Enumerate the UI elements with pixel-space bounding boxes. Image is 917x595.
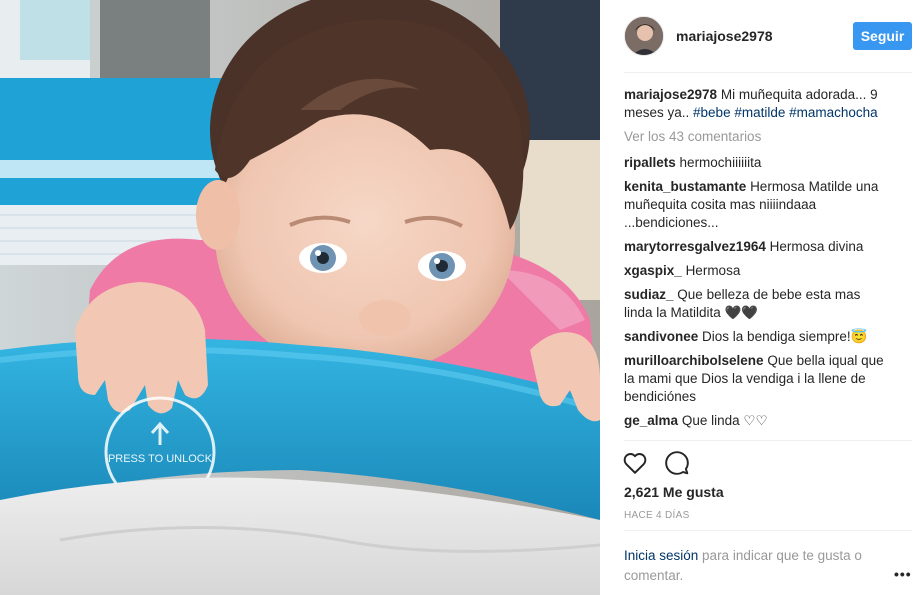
comment-username[interactable]: ge_alma [624,413,678,428]
post-actions [622,450,706,476]
heart-icon[interactable] [622,450,648,476]
comment: sudiaz_ Que belleza de bebe esta mas lin… [624,286,889,322]
more-options-icon[interactable]: ••• [894,566,912,582]
likes-count[interactable]: 2,621 Me gusta [624,484,724,500]
comment-text: Hermosa [685,263,741,278]
hashtag[interactable]: #matilde [734,105,785,120]
post-header: mariajose2978 Seguir [624,14,912,58]
comment: xgaspix_ Hermosa [624,262,889,280]
comment-username[interactable]: murilloarchibolselene [624,353,764,368]
crib-unlock-label: PRESS TO UNLOCK [108,453,213,465]
comment: marytorresgalvez1964 Hermosa divina [624,238,889,256]
post-photo[interactable]: PRESS TO UNLOCK [0,0,600,595]
comment-text: Hermosa divina [769,239,864,254]
comment: kenita_bustamante Hermosa Matilde una mu… [624,178,889,232]
post-caption: mariajose2978 Mi muñequita adorada... 9 … [624,86,889,122]
caption-username[interactable]: mariajose2978 [624,87,717,102]
comment-username[interactable]: xgaspix_ [624,263,682,278]
comment: murilloarchibolselene Que bella iqual qu… [624,352,889,406]
comments-divider [624,440,912,441]
comment: ge_alma Que linda ♡♡ [624,412,889,430]
comment-username[interactable]: ripallets [624,155,676,170]
hashtag[interactable]: #bebe [693,105,731,120]
post-image: PRESS TO UNLOCK [0,0,600,595]
post-sidebar: mariajose2978 Seguir mariajose2978 Mi mu… [600,0,917,595]
comment-text: hermochiiiiiita [679,155,762,170]
comment: sandivonee Dios la bendiga siempre!😇 [624,328,889,346]
login-prompt: Inicia sesión para indicar que te gusta … [624,546,884,586]
login-link[interactable]: Inicia sesión [624,548,698,563]
comment-username[interactable]: marytorresgalvez1964 [624,239,766,254]
header-divider [624,72,912,73]
comment-bubble-icon[interactable] [664,450,690,476]
comments-list: mariajose2978 Mi muñequita adorada... 9 … [624,86,889,436]
comment-username[interactable]: sandivonee [624,329,698,344]
hashtag[interactable]: #mamachocha [789,105,878,120]
post-timestamp: HACE 4 DÍAS [624,510,690,521]
comment-text: Que linda ♡♡ [681,413,768,428]
footer-divider [624,530,912,531]
header-username[interactable]: mariajose2978 [676,28,853,44]
view-all-comments-link[interactable]: Ver los 43 comentarios [624,128,889,146]
comment-text: Dios la bendiga siempre!😇 [702,329,868,344]
follow-button[interactable]: Seguir [853,22,912,50]
comment-username[interactable]: sudiaz_ [624,287,674,302]
comment: ripallets hermochiiiiiita [624,154,889,172]
comment-username[interactable]: kenita_bustamante [624,179,746,194]
avatar[interactable] [624,16,664,56]
